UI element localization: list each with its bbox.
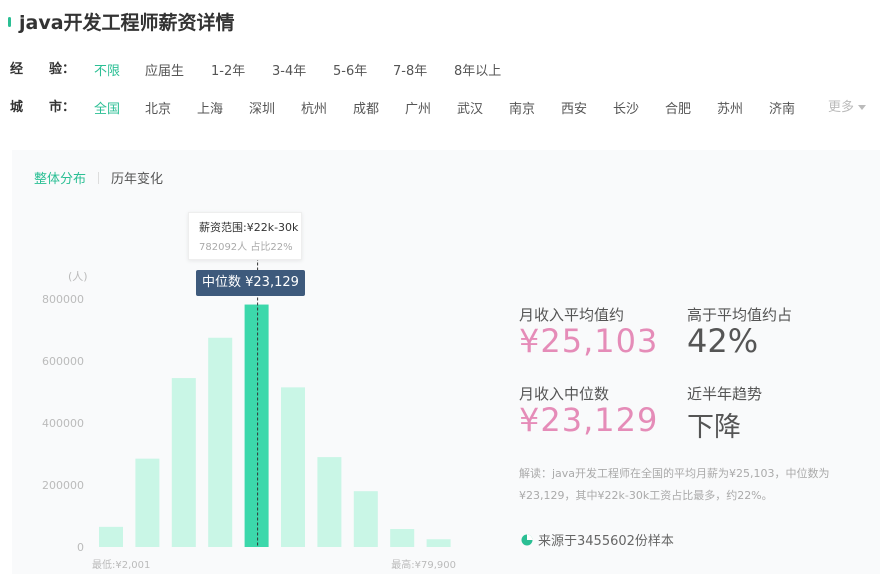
highlighted-bar bbox=[244, 304, 269, 547]
bar bbox=[353, 491, 378, 547]
page-title: java开发工程师薪资详情 bbox=[19, 12, 235, 34]
pie-chart-icon bbox=[521, 534, 533, 545]
y-tick-label: 400000 bbox=[42, 417, 84, 430]
city-filter: 城 市： 全国 北京 上海 深圳 杭州 成都 广州 武汉 南京 西安 长沙 合肥 苏州 济南 bbox=[10, 96, 844, 117]
experience-option[interactable]: 5-6年 bbox=[333, 60, 367, 79]
tooltip-range: 薪资范围:¥22k-30k bbox=[199, 221, 299, 234]
bar bbox=[281, 387, 305, 547]
bar-tooltip: 薪资范围:¥22k-30k 782092人 占比22% bbox=[188, 212, 302, 260]
bar bbox=[99, 526, 123, 547]
chevron-down-icon bbox=[858, 105, 867, 110]
more-label: 更多 bbox=[828, 100, 855, 115]
y-axis-label: (人) bbox=[68, 270, 88, 283]
experience-option[interactable]: 7-8年 bbox=[393, 60, 427, 79]
bar bbox=[208, 337, 233, 547]
city-option[interactable]: 合肥 bbox=[665, 98, 691, 117]
trend-value: 下降 bbox=[687, 412, 741, 443]
median-salary-value: ¥23,129 bbox=[519, 401, 659, 439]
tooltip-detail: 782092人 占比22% bbox=[199, 242, 293, 253]
trend-label: 近半年趋势 bbox=[687, 385, 763, 403]
city-option[interactable]: 长沙 bbox=[613, 98, 639, 117]
page-header: java开发工程师薪资详情 bbox=[8, 8, 235, 35]
experience-option[interactable]: 1-2年 bbox=[211, 60, 245, 79]
view-tabs: 整体分布 历年变化 bbox=[34, 168, 163, 187]
title-accent-mark bbox=[8, 16, 11, 27]
experience-option[interactable]: 8年以上 bbox=[454, 60, 501, 79]
x-max-label: 最高:¥79,900 bbox=[391, 558, 456, 571]
salary-interpretation: 解读：java开发工程师在全国的平均月薪为¥25,103，中位数为¥23,129… bbox=[519, 467, 830, 502]
y-tick-label: 800000 bbox=[42, 293, 84, 306]
y-tick-label: 600000 bbox=[42, 355, 84, 368]
city-option[interactable]: 苏州 bbox=[717, 98, 743, 117]
city-option[interactable]: 西安 bbox=[561, 98, 587, 117]
city-option[interactable]: 济南 bbox=[769, 98, 795, 117]
y-tick-label: 200000 bbox=[42, 479, 84, 492]
city-option[interactable]: 广州 bbox=[405, 98, 431, 117]
median-badge: 中位数 ¥23,129 bbox=[196, 270, 305, 296]
city-option[interactable]: 南京 bbox=[509, 98, 535, 117]
bar bbox=[135, 458, 160, 547]
city-option[interactable]: 北京 bbox=[145, 98, 171, 117]
above-avg-value: 42% bbox=[687, 322, 759, 360]
city-option[interactable]: 深圳 bbox=[249, 98, 275, 117]
avg-salary-value: ¥25,103 bbox=[519, 322, 659, 360]
experience-filter: 经 验： 不限 应届生 1-2年 3-4年 5-6年 7-8年 8年以上 bbox=[10, 58, 844, 79]
city-option[interactable]: 成都 bbox=[353, 98, 379, 117]
bar bbox=[317, 457, 342, 547]
city-option[interactable]: 上海 bbox=[197, 98, 223, 117]
city-option[interactable]: 武汉 bbox=[457, 98, 483, 117]
tab-overall-distribution[interactable]: 整体分布 bbox=[34, 168, 86, 187]
sample-source: 来源于3455602份样本 bbox=[521, 530, 674, 549]
more-cities-button[interactable]: 更多 bbox=[828, 96, 867, 115]
city-option[interactable]: 杭州 bbox=[301, 98, 327, 117]
tab-divider bbox=[98, 171, 100, 184]
experience-option[interactable]: 应届生 bbox=[145, 60, 184, 79]
city-filter-label: 城 市： bbox=[10, 100, 76, 115]
experience-option[interactable]: 不限 bbox=[94, 60, 120, 79]
experience-option[interactable]: 3-4年 bbox=[272, 60, 306, 79]
experience-filter-label: 经 验： bbox=[10, 62, 76, 77]
bar bbox=[171, 378, 196, 547]
bar bbox=[426, 539, 451, 547]
tab-yearly-change[interactable]: 历年变化 bbox=[111, 168, 163, 187]
y-tick-label: 0 bbox=[77, 541, 84, 554]
x-min-label: 最低:¥2,001 bbox=[92, 558, 150, 571]
city-option[interactable]: 全国 bbox=[94, 98, 120, 117]
source-text: 来源于3455602份样本 bbox=[538, 534, 674, 549]
bar bbox=[390, 529, 415, 547]
